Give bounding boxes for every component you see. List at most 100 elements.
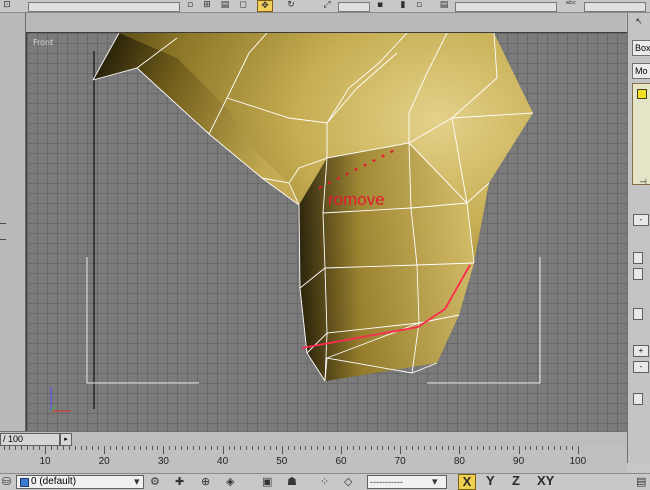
select-by-name-icon[interactable]: ▤ [218,0,232,10]
ruler-tick [388,446,390,450]
link-icon[interactable]: ⊡ [0,0,14,10]
filter-arrow-icon[interactable]: ▾ [432,475,438,488]
rollout-checkbox[interactable] [633,252,643,264]
left-strip-marker [0,223,6,224]
ruler-tick [376,446,378,450]
rollout-collapse-button[interactable]: - [633,361,649,373]
create-plus-icon[interactable]: ✚ [175,475,184,488]
hierarchy-icon[interactable]: ⚙ [150,475,160,488]
ruler-tick [151,446,153,450]
ruler-tick [80,446,82,450]
align-icon[interactable]: ▫ [412,0,426,10]
snap-dropdown-icon[interactable]: ◇ [344,475,352,488]
ruler-tick [311,446,313,450]
ruler-tick [287,446,289,450]
ruler-tick [193,446,194,450]
pivot-icon[interactable]: ▪ [373,0,387,10]
status-indicator-icon[interactable]: ▤ [636,475,646,488]
ruler-tick [157,446,159,450]
ruler-tick [3,446,5,450]
ruler-tick [441,446,443,450]
axis-xy-button[interactable]: XY [537,474,554,488]
main-toolbar: ⊡ ▫ ⊞ ▤ ◻ ✥ ↻ ⤢ ▪ ▮ ▫ ▤ ᵃᵇᶜ [0,0,650,13]
mirror-icon[interactable]: ▮ [396,0,410,10]
status-bar: ⛁ 0 (default) ▾ ⚙ ✚ ⊕ ◈ ▣ ☗ ⁘ ◇ --------… [0,473,650,490]
ruler-tick [45,446,46,454]
modifier-list-field[interactable]: Mo [632,63,650,79]
rollout-checkbox[interactable] [633,308,643,320]
ruler-tick [335,446,337,450]
axis-z-button[interactable]: Z [512,474,520,488]
ruler-tick [181,446,183,450]
toolbar-field-left[interactable] [28,2,180,12]
ruler-tick [346,446,348,450]
ruler-label: 100 [569,456,587,467]
ruler-tick [139,446,141,450]
ruler-tick [258,446,260,450]
ruler-label: 90 [513,456,525,467]
box-object-icon[interactable]: ▣ [262,475,272,488]
ruler-tick [27,446,29,450]
ruler-tick [68,446,70,450]
reference-coordinate-dropdown[interactable] [338,2,370,12]
dropdown-arrow-icon[interactable]: ▾ [134,475,140,488]
move-tool-icon[interactable]: ⊕ [201,475,210,488]
rollout-checkbox[interactable] [633,268,643,280]
pointer-icon[interactable]: ↖ [632,17,646,27]
ruler-tick [406,446,408,450]
named-selection-field[interactable] [455,2,557,12]
teapot-render-icon[interactable]: ☗ [287,475,297,488]
ruler-tick [293,446,295,450]
ruler-label: 80 [453,456,465,467]
rollout-expand-button[interactable]: + [633,345,649,357]
layer-manager-icon[interactable]: ⛁ [2,475,11,488]
ruler-tick [512,446,514,450]
select-region-icon[interactable]: ⊞ [200,0,214,10]
ruler-tick [417,446,419,450]
ruler-tick [246,446,248,450]
particle-system-icon[interactable]: ⁘ [320,475,329,488]
ruler-tick [524,446,526,450]
ruler-label: 50 [276,456,288,467]
window-crossing-icon[interactable]: ◻ [236,0,250,10]
ruler-tick [506,446,508,450]
rollout-collapse-button[interactable]: - [633,214,649,226]
modifier-stack-bulb-icon[interactable] [637,89,647,99]
ruler-tick [447,446,449,450]
toolbar-field-right[interactable] [584,2,646,12]
viewport-header-strip [26,13,626,33]
ruler-tick [281,446,283,454]
ruler-tick [565,446,567,450]
select-move-icon[interactable]: ✥ [257,0,273,12]
select-rotate-icon[interactable]: ↻ [284,0,298,10]
current-layer-dropdown[interactable]: 0 (default) [16,475,144,489]
ruler-tick [412,446,414,450]
ruler-tick [530,446,532,450]
ruler-tick [116,446,118,450]
modifier-stack[interactable] [632,83,650,185]
frame-indicator[interactable]: / 100 [0,433,60,446]
front-viewport[interactable]: Front romove [26,32,628,432]
ruler-tick [536,446,538,450]
ruler-tick [477,446,479,450]
pin-stack-icon[interactable]: ⊣ [636,178,650,188]
time-slider-bar[interactable]: / 100 ▸ [0,431,627,446]
next-frame-arrow[interactable]: ▸ [60,433,72,446]
track-bar-ruler[interactable]: 10 20 30 40 50 60 70 80 90 100 [0,446,627,473]
ruler-tick [459,446,461,454]
scale-tool-icon[interactable]: ◈ [226,475,234,488]
axis-y-button[interactable]: Y [486,474,495,488]
remove-annotation: romove [328,190,385,209]
ruler-tick [423,446,425,450]
select-object-icon[interactable]: ▫ [183,0,197,10]
ruler-tick [571,446,573,450]
select-scale-icon[interactable]: ⤢ [320,0,334,10]
snap-icon[interactable]: ᵃᵇᶜ [564,0,578,10]
ruler-tick [39,446,41,450]
named-selection-icon[interactable]: ▤ [437,0,451,10]
object-name-field[interactable]: Box [632,40,650,56]
ruler-tick [121,446,123,450]
rollout-checkbox[interactable] [633,393,643,405]
ruler-tick [329,446,331,450]
ruler-tick [228,446,230,450]
